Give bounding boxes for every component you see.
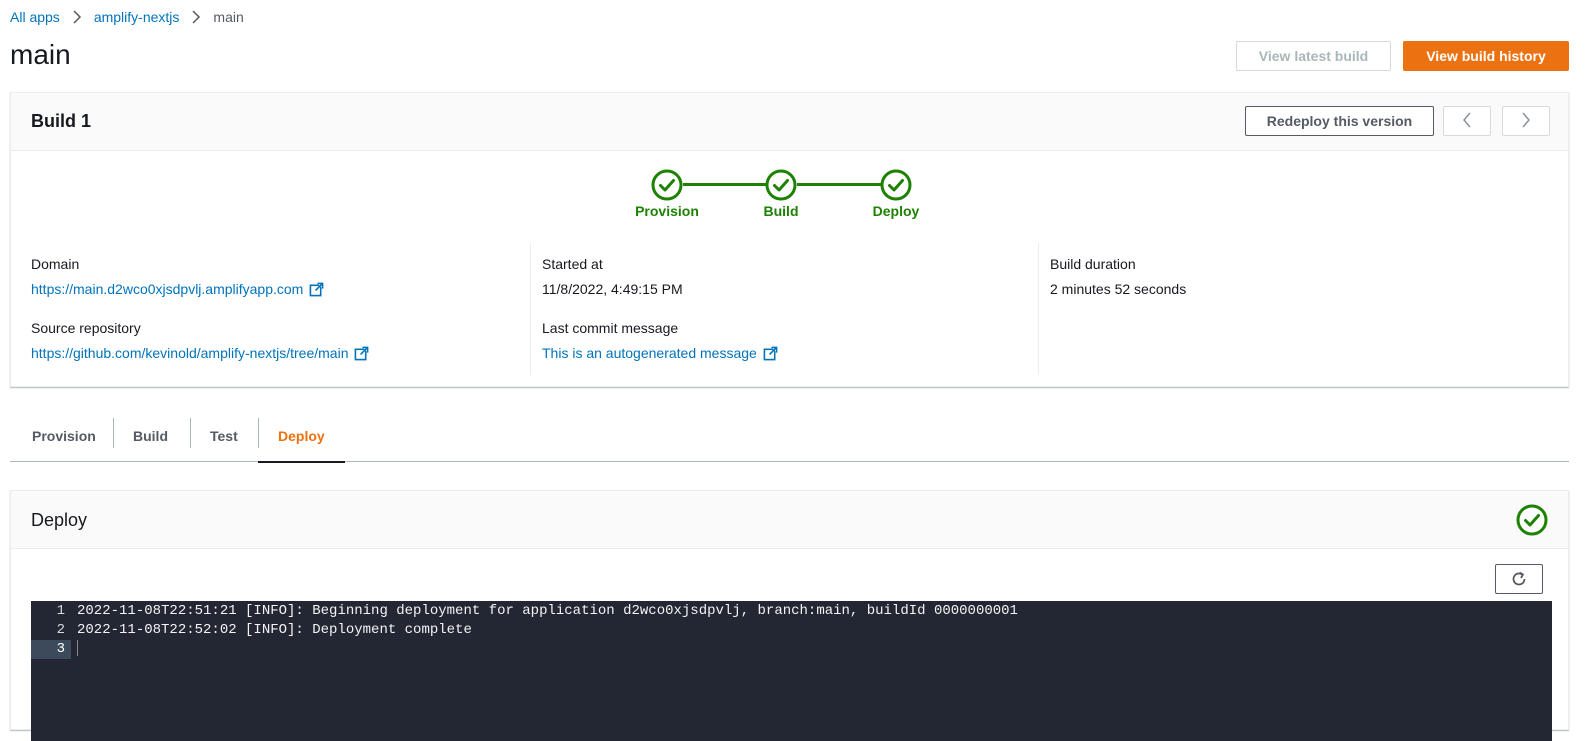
started-at-label: Started at bbox=[542, 256, 603, 272]
step-label: Provision bbox=[635, 203, 699, 219]
success-check-icon bbox=[651, 169, 683, 201]
step-label: Build bbox=[763, 203, 799, 219]
tab-test[interactable]: Test bbox=[190, 410, 258, 462]
step-label: Deploy bbox=[872, 203, 920, 219]
last-commit-value[interactable]: This is an autogenerated message bbox=[542, 343, 757, 363]
external-link-icon bbox=[355, 346, 369, 360]
last-commit-link[interactable]: This is an autogenerated message bbox=[542, 343, 778, 363]
deploy-panel-title: Deploy bbox=[31, 510, 88, 530]
refresh-icon bbox=[1512, 571, 1526, 586]
breadcrumb-all-apps[interactable]: All apps bbox=[10, 9, 60, 25]
breadcrumb: All apps amplify-nextjs main bbox=[10, 7, 244, 27]
domain-link[interactable]: https://main.d2wco0xjsdpvlj.amplifyapp.c… bbox=[31, 279, 324, 299]
build-card: Build 1 Redeploy this version Provision bbox=[10, 92, 1569, 387]
details-column-3: Build duration 2 minutes 52 seconds bbox=[1038, 243, 1543, 375]
log-line-text: 2022-11-08T22:52:02 [INFO]: Deployment c… bbox=[77, 622, 472, 638]
tab-provision[interactable]: Provision bbox=[10, 410, 113, 462]
domain-label: Domain bbox=[31, 256, 80, 272]
source-repository-label: Source repository bbox=[31, 320, 141, 336]
log-line-text: 2022-11-08T22:51:21 [INFO]: Beginning de… bbox=[77, 603, 1018, 619]
step-build: Build bbox=[731, 169, 831, 219]
external-link-icon bbox=[309, 282, 324, 296]
deploy-panel-header: Deploy bbox=[11, 491, 1568, 549]
log-line-number: 3 bbox=[31, 640, 71, 659]
chevron-right-icon bbox=[72, 10, 82, 24]
build-duration-label: Build duration bbox=[1050, 256, 1136, 272]
view-latest-build-button[interactable]: View latest build bbox=[1236, 41, 1391, 71]
breadcrumb-app[interactable]: amplify-nextjs bbox=[94, 9, 180, 25]
step-provision: Provision bbox=[617, 169, 717, 219]
source-repository-value[interactable]: https://github.com/kevinold/amplify-next… bbox=[31, 343, 348, 363]
success-check-icon bbox=[880, 169, 912, 201]
source-repository-link[interactable]: https://github.com/kevinold/amplify-next… bbox=[31, 343, 369, 363]
log-line-number: 1 bbox=[56, 603, 65, 619]
success-check-icon bbox=[765, 169, 797, 201]
log-line-text bbox=[78, 640, 84, 659]
external-link-icon bbox=[763, 346, 778, 360]
step-deploy: Deploy bbox=[846, 169, 946, 219]
started-at-value: 11/8/2022, 4:49:15 PM bbox=[542, 281, 683, 297]
build-phase-tabs: Provision Build Test Deploy bbox=[10, 410, 1569, 463]
log-line: 1 2022-11-08T22:51:21 [INFO]: Beginning … bbox=[31, 602, 1552, 621]
deploy-log[interactable]: 1 2022-11-08T22:51:21 [INFO]: Beginning … bbox=[31, 601, 1552, 741]
details-column-1: Domain https://main.d2wco0xjsdpvlj.ampli… bbox=[31, 243, 521, 375]
build-duration-value: 2 minutes 52 seconds bbox=[1050, 281, 1187, 297]
build-stepper: Provision Build Deploy bbox=[11, 93, 1568, 219]
breadcrumb-current: main bbox=[213, 9, 244, 25]
tab-deploy[interactable]: Deploy bbox=[258, 410, 345, 463]
deploy-panel: Deploy 1 2022-11-08T22:51:21 [INFO]: Beg… bbox=[10, 490, 1569, 741]
view-build-history-button[interactable]: View build history bbox=[1403, 41, 1569, 71]
log-line-number: 2 bbox=[56, 622, 65, 638]
details-column-2: Started at 11/8/2022, 4:49:15 PM Last co… bbox=[530, 243, 1035, 375]
domain-value[interactable]: https://main.d2wco0xjsdpvlj.amplifyapp.c… bbox=[31, 279, 303, 299]
chevron-right-icon bbox=[191, 10, 201, 24]
tab-build[interactable]: Build bbox=[113, 410, 190, 462]
page-title: main bbox=[10, 39, 71, 70]
log-line: 3 bbox=[31, 640, 1552, 659]
log-line: 2 2022-11-08T22:52:02 [INFO]: Deployment… bbox=[31, 621, 1552, 640]
last-commit-label: Last commit message bbox=[542, 320, 679, 336]
success-check-icon bbox=[1516, 504, 1548, 536]
refresh-button[interactable] bbox=[1495, 564, 1543, 594]
